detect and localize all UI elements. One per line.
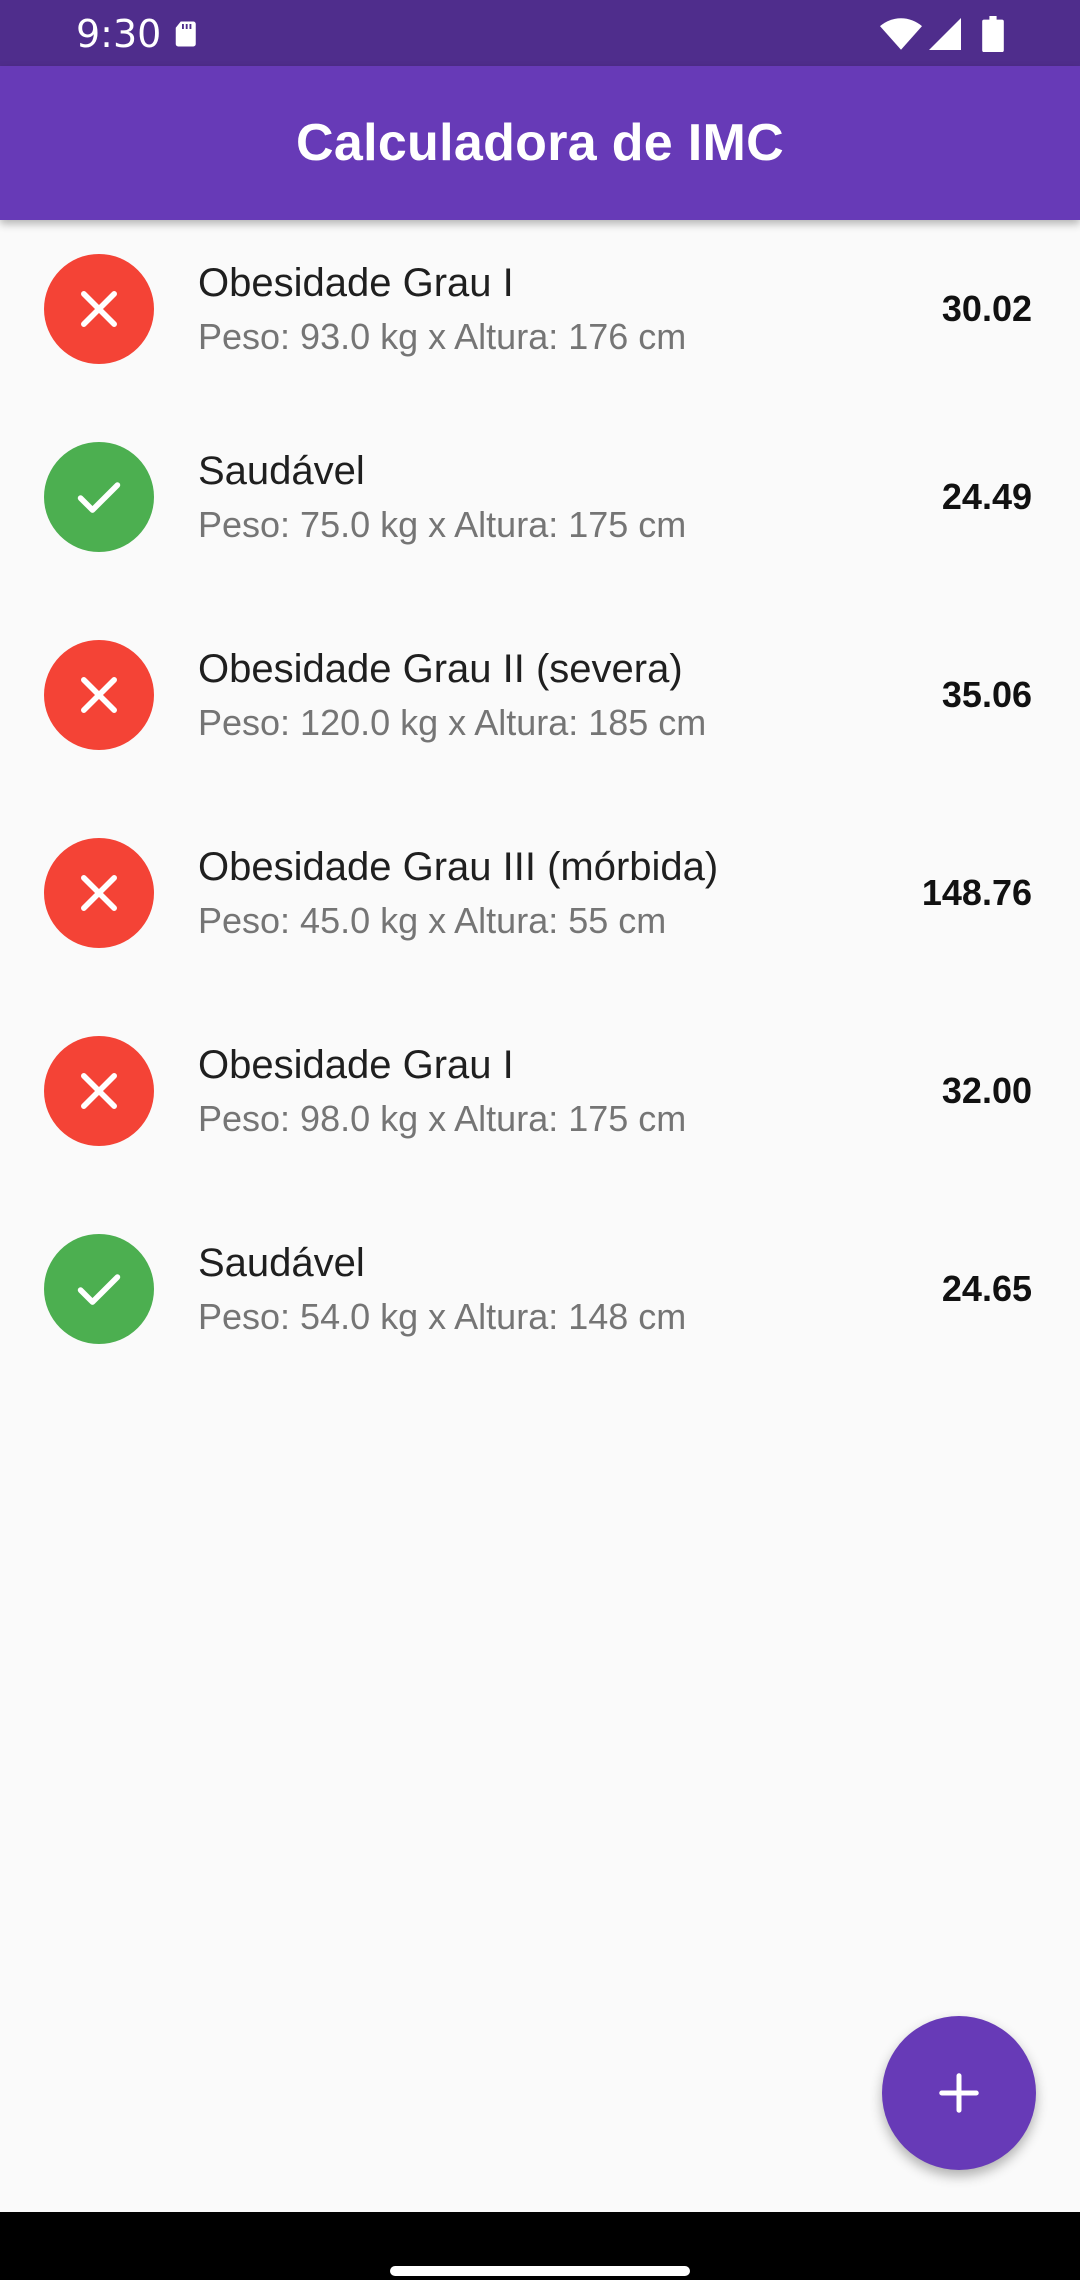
plus-icon: [939, 2073, 979, 2113]
status-avatar-bad: [44, 640, 154, 750]
status-avatar-bad: [44, 254, 154, 364]
home-gesture-handle[interactable]: [390, 2266, 690, 2276]
sd-card-icon: [175, 21, 196, 47]
item-title: Obesidade Grau III (mórbida): [198, 845, 719, 889]
list-item[interactable]: Saudável Peso: 75.0 kg x Altura: 175 cm …: [0, 398, 1080, 596]
item-details: Peso: 75.0 kg x Altura: 175 cm: [198, 504, 687, 545]
imc-record-list: Obesidade Grau I Peso: 93.0 kg x Altura:…: [0, 220, 1080, 1388]
signal-icon: [929, 18, 961, 50]
list-item[interactable]: Obesidade Grau I Peso: 98.0 kg x Altura:…: [0, 992, 1080, 1190]
check-icon: [77, 482, 121, 513]
imc-value: 30.02: [941, 288, 1032, 329]
item-title: Saudável: [198, 449, 365, 493]
item-details: Peso: 45.0 kg x Altura: 55 cm: [198, 900, 667, 941]
status-avatar-good: [44, 442, 154, 552]
system-navigation-bar: [0, 2212, 1080, 2280]
app-bar: Calculadora de IMC: [0, 66, 1080, 220]
item-details: Peso: 54.0 kg x Altura: 148 cm: [198, 1296, 687, 1337]
item-title: Obesidade Grau I: [198, 261, 514, 305]
close-icon: [81, 677, 117, 713]
imc-value: 148.76: [921, 872, 1032, 913]
imc-value: 24.65: [941, 1268, 1032, 1309]
item-title: Obesidade Grau I: [198, 1043, 514, 1087]
add-record-button[interactable]: [882, 2016, 1036, 2170]
close-icon: [81, 1073, 117, 1109]
status-time: 9:30: [76, 12, 162, 56]
app-title: Calculadora de IMC: [296, 114, 784, 172]
item-title: Saudável: [198, 1241, 365, 1285]
item-details: Peso: 98.0 kg x Altura: 175 cm: [198, 1098, 687, 1139]
list-item[interactable]: Obesidade Grau III (mórbida) Peso: 45.0 …: [0, 794, 1080, 992]
imc-value: 35.06: [941, 674, 1032, 715]
status-avatar-good: [44, 1234, 154, 1344]
item-title: Obesidade Grau II (severa): [198, 647, 683, 691]
list-item[interactable]: Obesidade Grau I Peso: 93.0 kg x Altura:…: [0, 220, 1080, 398]
imc-value: 24.49: [941, 476, 1032, 517]
status-bar: 9:30: [0, 0, 1080, 66]
close-icon: [81, 875, 117, 911]
list-item[interactable]: Obesidade Grau II (severa) Peso: 120.0 k…: [0, 596, 1080, 794]
close-icon: [81, 291, 117, 327]
wifi-icon: [880, 18, 922, 50]
battery-icon: [982, 16, 1004, 52]
check-icon: [77, 1274, 121, 1305]
status-avatar-bad: [44, 838, 154, 948]
imc-value: 32.00: [941, 1070, 1032, 1111]
item-details: Peso: 120.0 kg x Altura: 185 cm: [198, 702, 707, 743]
list-item[interactable]: Saudável Peso: 54.0 kg x Altura: 148 cm …: [0, 1190, 1080, 1388]
status-avatar-bad: [44, 1036, 154, 1146]
item-details: Peso: 93.0 kg x Altura: 176 cm: [198, 316, 687, 357]
